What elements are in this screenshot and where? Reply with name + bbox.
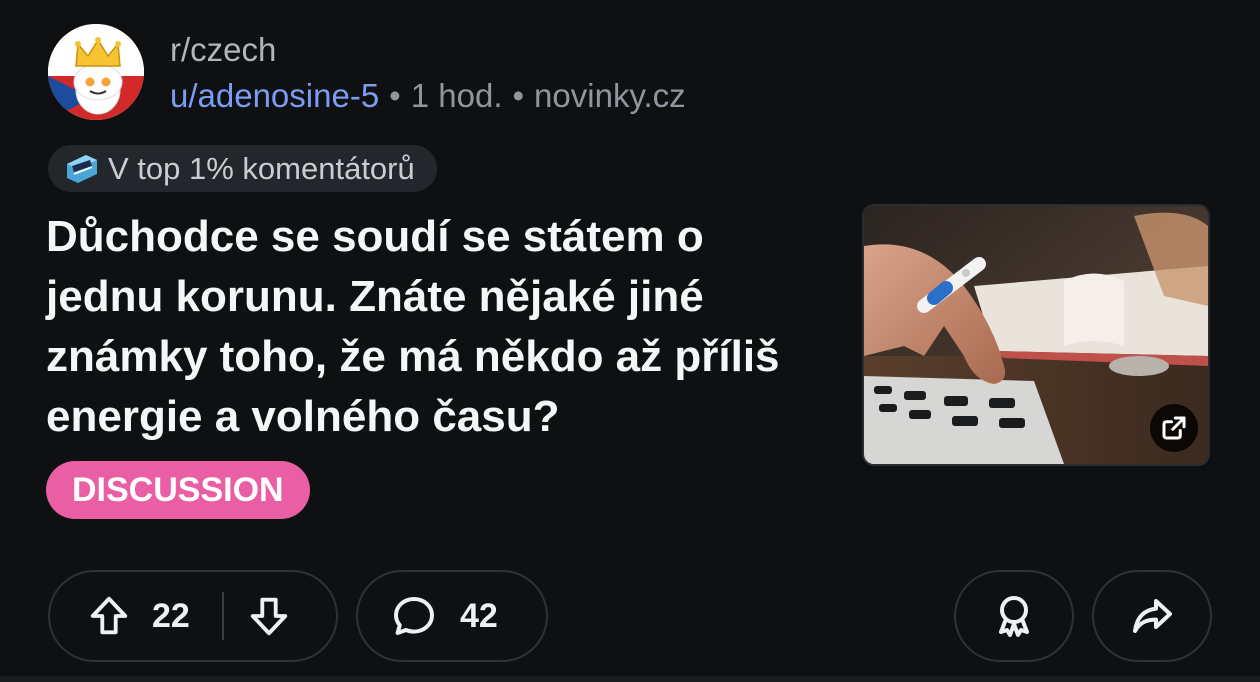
downvote-button[interactable] <box>246 593 292 639</box>
external-link-icon <box>1162 416 1186 440</box>
post-time: 1 hod. <box>410 77 503 114</box>
comment-icon-wrap <box>390 592 438 640</box>
external-link-button[interactable] <box>1150 404 1198 452</box>
share-button[interactable] <box>1092 570 1212 662</box>
subreddit-avatar[interactable] <box>48 24 144 120</box>
post-domain[interactable]: novinky.cz <box>534 77 686 114</box>
upvote-button[interactable] <box>86 593 132 639</box>
top-commenter-icon <box>64 152 100 186</box>
subreddit-name[interactable]: r/czech <box>170 30 276 70</box>
comments-button[interactable]: 42 <box>356 570 548 662</box>
comment-icon <box>394 597 434 635</box>
award-button[interactable] <box>954 570 1074 662</box>
post-title[interactable]: Důchodce se soudí se státem o jednu koru… <box>46 207 816 447</box>
author-link[interactable]: u/adenosine-5 <box>170 77 379 114</box>
vote-divider <box>221 592 224 640</box>
share-icon <box>1133 599 1172 633</box>
meta-separator: • <box>389 77 401 114</box>
post-meta: u/adenosine-5 • 1 hod. • novinky.cz <box>170 76 686 116</box>
comment-count: 42 <box>460 596 498 635</box>
bottom-divider <box>0 676 1260 682</box>
downvote-icon <box>250 597 288 636</box>
vote-bar: 22 <box>48 570 338 662</box>
meta-separator: • <box>512 77 525 114</box>
award-icon <box>999 596 1029 637</box>
upvote-icon <box>90 596 128 635</box>
post-flair[interactable]: DISCUSSION <box>46 461 310 519</box>
snoo-crown-icon <box>48 24 144 120</box>
vote-count: 22 <box>152 596 190 635</box>
post-thumbnail[interactable] <box>862 204 1210 466</box>
top-commenter-badge[interactable]: V top 1% komentátorů <box>48 145 437 192</box>
badge-label: V top 1% komentátorů <box>108 150 415 186</box>
